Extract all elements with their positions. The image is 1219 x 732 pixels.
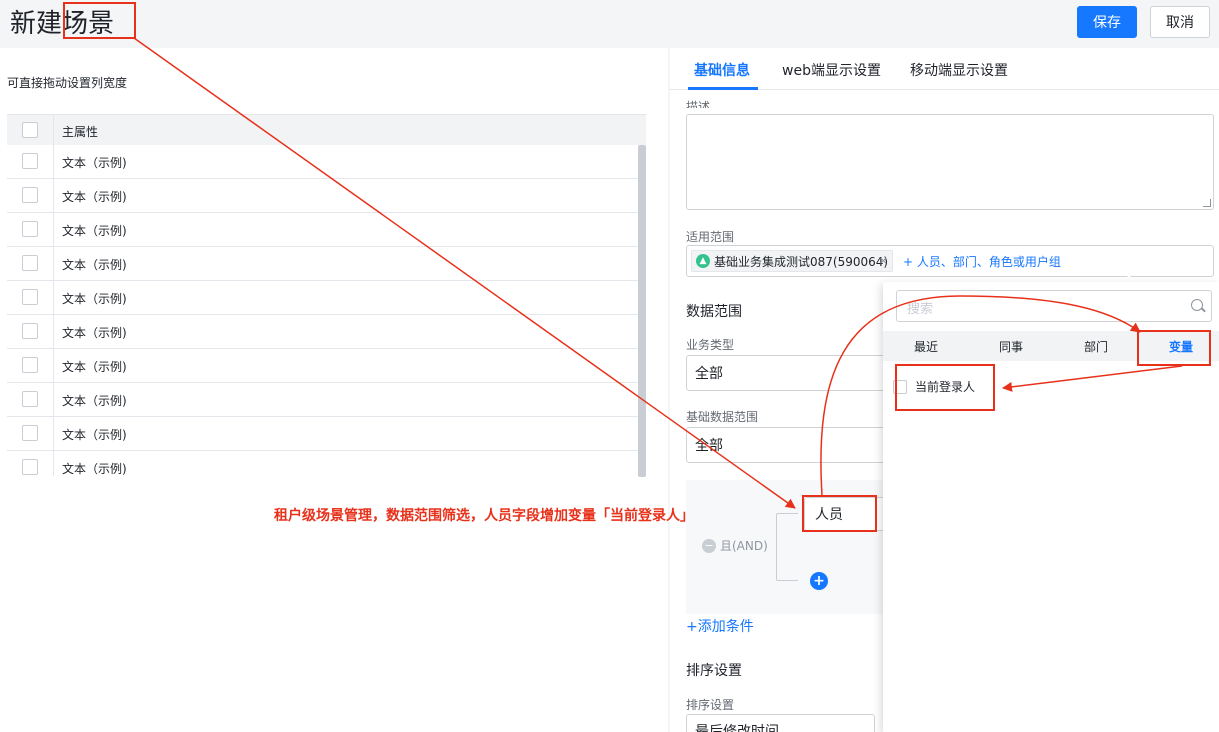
picker-tab-department[interactable]: 部门 [1084, 338, 1108, 355]
scope-chip-label: 基础业务集成测试087(590064) [714, 254, 889, 269]
add-condition-link[interactable]: +添加条件 [686, 616, 754, 636]
scope-selector[interactable]: ▲ 基础业务集成测试087(590064) × + 人员、部门、角色或用户组 [686, 245, 1214, 277]
column-divider [53, 383, 54, 416]
table-row[interactable]: 文本（示例) [7, 179, 638, 213]
column-divider [53, 451, 54, 476]
row-checkbox[interactable] [22, 391, 38, 407]
and-label: 且(AND) [720, 539, 768, 553]
table-row[interactable]: 文本（示例) [7, 281, 638, 315]
scope-label: 适用范围 [686, 230, 735, 244]
table-row[interactable]: 文本（示例) [7, 145, 638, 179]
column-divider [53, 247, 54, 280]
row-checkbox[interactable] [22, 289, 38, 305]
row-text: 文本（示例) [62, 224, 127, 238]
resize-handle[interactable] [1203, 199, 1211, 207]
add-condition-icon[interactable]: + [810, 572, 828, 590]
row-checkbox[interactable] [22, 425, 38, 441]
annotation-box-title [63, 2, 136, 39]
table-row[interactable]: 文本（示例) [7, 451, 638, 476]
row-checkbox[interactable] [22, 187, 38, 203]
annotation-box-current-user [895, 364, 995, 411]
row-text: 文本（示例) [62, 190, 127, 204]
description-label: 描述 [686, 100, 711, 108]
column-divider[interactable] [53, 115, 54, 145]
sort-settings-title: 排序设置 [686, 663, 742, 679]
group-icon: ▲ [696, 254, 710, 268]
chip-close-icon[interactable]: × [879, 254, 888, 267]
tab-mobile-display[interactable]: 移动端显示设置 [910, 60, 1008, 80]
column-divider [53, 145, 54, 178]
row-checkbox[interactable] [22, 459, 38, 475]
table-row[interactable]: 文本（示例) [7, 213, 638, 247]
tab-basic-info[interactable]: 基础信息 [694, 60, 750, 80]
column-divider [53, 213, 54, 246]
picker-tab-colleague[interactable]: 同事 [999, 338, 1023, 355]
annotation-box-person-field [802, 495, 877, 532]
sort-select[interactable]: 最后修改时间 [686, 714, 875, 732]
annotation-box-variable-tab [1137, 330, 1211, 366]
row-text: 文本（示例) [62, 326, 127, 340]
column-divider [53, 349, 54, 382]
row-checkbox[interactable] [22, 255, 38, 271]
and-toggle[interactable]: − 且(AND) [702, 537, 768, 554]
cancel-button[interactable]: 取消 [1150, 6, 1210, 38]
row-checkbox[interactable] [22, 357, 38, 373]
column-divider [53, 281, 54, 314]
column-divider [53, 315, 54, 348]
row-checkbox[interactable] [22, 323, 38, 339]
row-text: 文本（示例) [62, 462, 127, 476]
active-tab-indicator [688, 87, 758, 90]
table-row[interactable]: 文本（示例) [7, 247, 638, 281]
table-scrollbar[interactable] [638, 145, 646, 477]
row-checkbox[interactable] [22, 153, 38, 169]
minus-circle-icon[interactable]: − [702, 538, 716, 553]
row-text: 文本（示例) [62, 428, 127, 442]
table-row[interactable]: 文本（示例) [7, 417, 638, 451]
save-button[interactable]: 保存 [1077, 6, 1137, 38]
select-all-checkbox[interactable] [22, 122, 38, 138]
business-type-label: 业务类型 [686, 338, 735, 352]
search-icon [1191, 299, 1203, 311]
settings-tabs: 基础信息 web端显示设置 移动端显示设置 [670, 48, 1219, 90]
left-panel: 可直接拖动设置列宽度 主属性 文本（示例) 文本（示例) 文本（示例) 文本（示例) 文… [0, 48, 668, 732]
header: 新建场景 保存 取消 [0, 0, 1219, 48]
sort-settings-label: 排序设置 [686, 698, 735, 712]
table-row[interactable]: 文本（示例) [7, 315, 638, 349]
picker-tab-recent[interactable]: 最近 [914, 338, 938, 355]
row-checkbox[interactable] [22, 221, 38, 237]
page: 新建场景 保存 取消 可直接拖动设置列宽度 主属性 文本（示例) 文本（示例) 文本… [0, 0, 1219, 732]
condition-bracket [776, 513, 798, 581]
description-textarea[interactable] [686, 114, 1214, 210]
row-text: 文本（示例) [62, 292, 127, 306]
preview-table: 主属性 文本（示例) 文本（示例) 文本（示例) 文本（示例) 文本（示例) 文本（示例)… [7, 114, 646, 476]
base-data-label: 基础数据范围 [686, 410, 759, 424]
column-divider [53, 417, 54, 450]
row-text: 文本（示例) [62, 394, 127, 408]
member-search-input[interactable]: 搜索 [896, 290, 1212, 322]
search-placeholder: 搜索 [907, 302, 934, 317]
table-row[interactable]: 文本（示例) [7, 383, 638, 417]
column-divider [53, 179, 54, 212]
add-scope-link[interactable]: + 人员、部门、角色或用户组 [903, 253, 1061, 270]
column-width-hint: 可直接拖动设置列宽度 [7, 76, 128, 90]
row-text: 文本（示例) [62, 258, 127, 272]
column-header-primary: 主属性 [62, 125, 99, 139]
tab-web-display[interactable]: web端显示设置 [782, 60, 881, 80]
data-scope-title: 数据范围 [686, 304, 742, 320]
base-data-select[interactable]: 全部 [686, 427, 886, 463]
business-type-select[interactable]: 全部 [686, 355, 886, 391]
row-text: 文本（示例) [62, 360, 127, 374]
annotation-text: 租户级场景管理，数据范围筛选，人员字段增加变量「当前登录人」 [274, 508, 694, 524]
table-row[interactable]: 文本（示例) [7, 349, 638, 383]
row-text: 文本（示例) [62, 156, 127, 170]
table-header: 主属性 [7, 114, 646, 145]
scope-chip: ▲ 基础业务集成测试087(590064) × [691, 250, 893, 272]
